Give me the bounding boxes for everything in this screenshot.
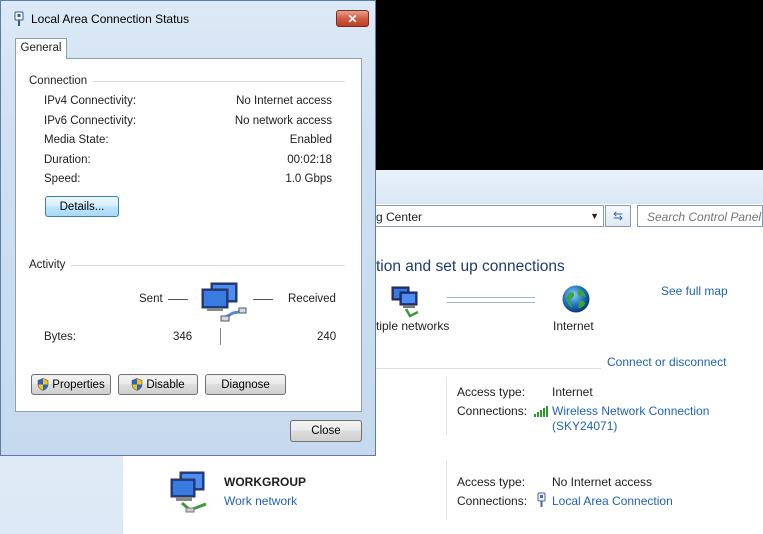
section-divider xyxy=(376,368,601,369)
uac-shield-icon xyxy=(37,378,49,391)
bytes-received-value: 240 xyxy=(317,331,337,343)
access-type-value: Internet xyxy=(552,385,593,399)
ethernet-plug-icon xyxy=(537,492,546,507)
see-full-map-link[interactable]: See full map xyxy=(661,284,728,298)
diagnose-button-label: Diagnose xyxy=(221,378,270,391)
connections-label: Connections: xyxy=(457,494,528,508)
uac-shield-icon xyxy=(132,378,143,391)
speed-label: Speed: xyxy=(44,173,81,185)
wireless-signal-icon xyxy=(534,406,548,417)
address-text: g Center xyxy=(376,210,423,224)
sent-line xyxy=(168,299,188,300)
bytes-label: Bytes: xyxy=(44,331,76,343)
search-box[interactable] xyxy=(637,205,763,227)
map-multiple-networks-label: tiple networks xyxy=(376,319,450,333)
activity-group-title: Activity xyxy=(29,259,72,271)
search-input[interactable] xyxy=(645,209,763,225)
bytes-divider xyxy=(220,328,221,345)
ipv6-value: No network access xyxy=(234,115,332,127)
wireless-connection-link[interactable]: Wireless Network Connection xyxy=(552,404,709,418)
media-state-label: Media State: xyxy=(44,134,109,146)
access-type-value: No Internet access xyxy=(552,475,653,489)
properties-button[interactable]: Properties xyxy=(31,374,111,395)
connect-or-disconnect-link[interactable]: Connect or disconnect xyxy=(607,355,726,369)
tab-panel xyxy=(15,58,362,412)
network-name: WORKGROUP xyxy=(224,475,306,489)
speed-value: 1.0 Gbps xyxy=(285,173,332,185)
network-activity-icon xyxy=(201,282,247,322)
close-icon[interactable]: ✕ xyxy=(336,10,369,27)
network-type-link[interactable]: Work network xyxy=(224,494,297,508)
close-button-label: Close xyxy=(311,425,341,437)
network-1-divider xyxy=(446,377,447,435)
close-button[interactable]: Close xyxy=(290,420,362,442)
globe-icon xyxy=(562,285,590,313)
access-type-label: Access type: xyxy=(457,475,526,489)
refresh-icon[interactable]: ⇆ xyxy=(605,205,631,227)
diagnose-button[interactable]: Diagnose xyxy=(205,374,286,395)
dialog-title: Local Area Connection Status xyxy=(31,12,190,26)
disable-button[interactable]: Disable xyxy=(118,374,198,395)
connection-status-dialog: Local Area Connection Status ✕ General C… xyxy=(0,0,376,456)
activity-group-line xyxy=(71,265,345,266)
multiple-networks-icon xyxy=(391,286,419,318)
work-network-icon xyxy=(170,471,207,513)
received-label: Received xyxy=(288,293,336,305)
map-connection-line xyxy=(447,297,535,303)
wireless-connection-ssid-link[interactable]: (SKY24071) xyxy=(552,419,617,433)
connection-group-line xyxy=(93,81,345,82)
ipv4-value: No Internet access xyxy=(236,95,332,107)
tab-general[interactable]: General xyxy=(15,38,67,59)
page-heading: tion and set up connections xyxy=(376,258,565,275)
local-area-connection-link[interactable]: Local Area Connection xyxy=(552,494,673,508)
details-button[interactable]: Details... xyxy=(45,196,119,217)
ethernet-plug-icon xyxy=(14,11,24,26)
chevron-down-icon[interactable]: ▼ xyxy=(590,211,599,221)
received-line xyxy=(253,299,273,300)
details-button-label: Details... xyxy=(59,200,105,213)
media-state-value: Enabled xyxy=(289,134,332,146)
access-type-label: Access type: xyxy=(457,385,526,399)
connection-group-title: Connection xyxy=(29,75,94,87)
duration-label: Duration: xyxy=(44,154,91,166)
disable-button-label: Disable xyxy=(146,378,185,391)
network-2-divider xyxy=(446,460,447,520)
connections-label: Connections: xyxy=(457,404,528,418)
ipv6-label: IPv6 Connectivity: xyxy=(44,115,137,127)
map-internet-label: Internet xyxy=(553,319,594,333)
duration-value: 00:02:18 xyxy=(287,154,332,166)
properties-button-label: Properties xyxy=(52,378,105,391)
ipv4-label: IPv4 Connectivity: xyxy=(44,95,137,107)
background-toolbar xyxy=(376,170,763,204)
sent-label: Sent xyxy=(139,293,163,305)
address-bar[interactable]: g Center ▼ xyxy=(376,205,604,227)
bytes-sent-value: 346 xyxy=(173,331,193,343)
